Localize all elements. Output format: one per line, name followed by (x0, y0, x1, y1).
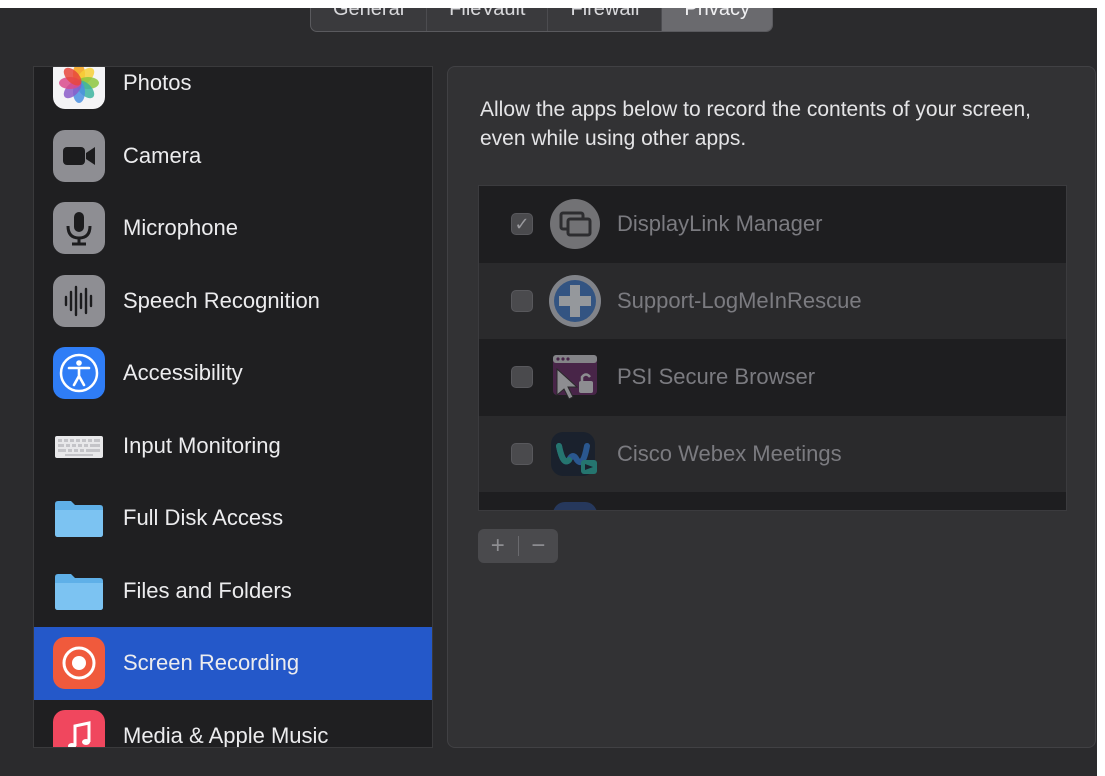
keyboard-icon (53, 420, 105, 472)
app-name: DisplayLink Manager (617, 211, 823, 237)
tab-bar: General FileVault Firewall Privacy (310, 8, 773, 32)
sidebar-item-label: Input Monitoring (123, 432, 281, 458)
sidebar-item-label: Camera (123, 142, 202, 168)
app-row-partial[interactable] (479, 492, 1066, 510)
sidebar-item-microphone[interactable]: Microphone (34, 192, 432, 265)
sidebar-item-label: Photos (123, 70, 192, 96)
sidebar-item-screen-recording[interactable]: Screen Recording (34, 627, 432, 700)
accessibility-icon (53, 347, 105, 400)
tab-filevault[interactable]: FileVault (426, 8, 547, 31)
app-checkbox[interactable]: ✓ (511, 213, 533, 236)
sidebar-item-label: Speech Recognition (123, 287, 320, 313)
sidebar-item-speech-recognition[interactable]: Speech Recognition (34, 265, 432, 338)
sidebar-item-photos[interactable]: Photos (34, 67, 432, 120)
tab-firewall[interactable]: Firewall (547, 8, 661, 31)
app-list[interactable]: ✓ DisplayLink Manager Support-LogMeInRes… (478, 185, 1067, 511)
app-row-displaylink[interactable]: ✓ DisplayLink Manager (479, 186, 1066, 263)
pane-description: Allow the apps below to record the conte… (480, 98, 1031, 150)
webex-icon (547, 426, 603, 482)
displaylink-icon (547, 196, 603, 252)
app-name: Cisco Webex Meetings (617, 440, 842, 466)
logmein-rescue-icon (547, 273, 603, 329)
screen-recording-pane: Allow the apps below to record the conte… (447, 66, 1096, 748)
tab-privacy[interactable]: Privacy (661, 8, 772, 31)
app-checkbox[interactable] (511, 442, 533, 465)
app-row-psi-secure-browser[interactable]: PSI Secure Browser (479, 339, 1066, 416)
app-icon-partial (547, 502, 603, 510)
sidebar-item-camera[interactable]: Camera (34, 120, 432, 193)
sidebar-item-full-disk-access[interactable]: Full Disk Access (34, 482, 432, 555)
sidebar-item-label: Media & Apple Music (123, 722, 329, 748)
app-checkbox[interactable] (511, 366, 533, 389)
app-row-webex[interactable]: Cisco Webex Meetings (479, 415, 1066, 492)
app-checkbox[interactable] (511, 289, 533, 312)
sidebar-item-label: Screen Recording (123, 650, 300, 676)
microphone-icon (53, 202, 105, 255)
sidebar-item-label: Full Disk Access (123, 505, 284, 531)
app-name: PSI Secure Browser (617, 364, 816, 390)
folder-icon (53, 492, 105, 544)
camera-icon (53, 129, 105, 182)
sidebar-item-accessibility[interactable]: Accessibility (34, 337, 432, 410)
add-app-button[interactable]: + (478, 529, 518, 563)
app-row-logmein-rescue[interactable]: Support-LogMeInRescue (479, 262, 1066, 339)
sidebar-item-input-monitoring[interactable]: Input Monitoring (34, 410, 432, 483)
psi-browser-icon (547, 349, 603, 405)
add-remove-buttons: + − (478, 529, 558, 563)
photos-icon (53, 67, 105, 110)
sidebar-item-label: Microphone (123, 215, 238, 241)
sidebar-item-label: Files and Folders (123, 577, 292, 603)
tab-general[interactable]: General (311, 8, 426, 31)
sidebar-item-files-and-folders[interactable]: Files and Folders (34, 555, 432, 628)
sidebar-item-media-apple-music[interactable]: Media & Apple Music (34, 700, 432, 748)
screen-recording-icon (53, 637, 105, 690)
sidebar-item-label: Accessibility (123, 360, 243, 386)
privacy-category-list[interactable]: Photos Camera Microphone Speech Recognit… (33, 66, 433, 748)
music-icon (53, 709, 105, 747)
folder-icon (53, 565, 105, 617)
remove-app-button[interactable]: − (519, 529, 559, 563)
app-name: Support-LogMeInRescue (617, 287, 862, 313)
speech-waveform-icon (53, 274, 105, 327)
privacy-window: General FileVault Firewall Privacy Photo… (0, 8, 1097, 776)
